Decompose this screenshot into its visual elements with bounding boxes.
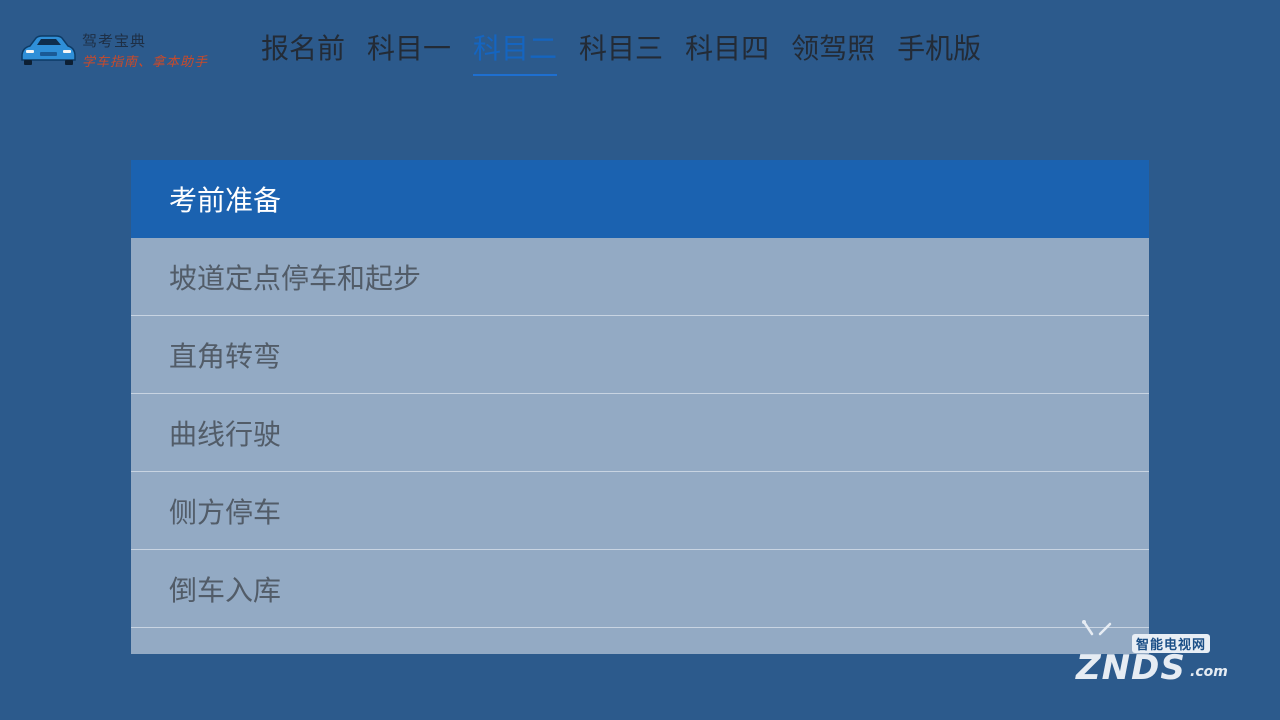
list-item-reverse-parking[interactable]: 倒车入库 — [131, 550, 1149, 628]
tab-mobile-version[interactable]: 手机版 — [886, 24, 992, 78]
tv-antenna-icon — [1082, 620, 1112, 636]
list-item-side-parking[interactable]: 侧方停车 — [131, 472, 1149, 550]
tab-subject-three[interactable]: 科目三 — [568, 24, 674, 78]
watermark-domain: .com — [1190, 664, 1228, 680]
znds-watermark: 智能电视网 ZNDS .com — [1070, 620, 1240, 692]
tab-before-signup[interactable]: 报名前 — [250, 24, 356, 78]
list-item-curve-driving[interactable]: 曲线行驶 — [131, 394, 1149, 472]
list-item-slope-parking[interactable]: 坡道定点停车和起步 — [131, 238, 1149, 316]
topic-list: 考前准备 坡道定点停车和起步 直角转弯 曲线行驶 侧方停车 倒车入库 — [131, 160, 1149, 654]
car-icon — [21, 35, 76, 65]
list-item-exam-prep[interactable]: 考前准备 — [131, 160, 1149, 238]
top-nav: 报名前 科目一 科目二 科目三 科目四 领驾照 手机版 — [250, 24, 992, 80]
watermark-logo-text: ZNDS — [1076, 648, 1186, 688]
tab-get-license[interactable]: 领驾照 — [780, 24, 886, 78]
app-title: 驾考宝典 — [82, 32, 147, 50]
app-slogan: 学车指南、拿本助手 — [82, 55, 209, 70]
tab-subject-two[interactable]: 科目二 — [462, 24, 568, 78]
tab-subject-one[interactable]: 科目一 — [356, 24, 462, 78]
tab-subject-four[interactable]: 科目四 — [674, 24, 780, 78]
list-item-right-angle-turn[interactable]: 直角转弯 — [131, 316, 1149, 394]
app-logo: 驾考宝典 学车指南、拿本助手 — [18, 28, 238, 72]
